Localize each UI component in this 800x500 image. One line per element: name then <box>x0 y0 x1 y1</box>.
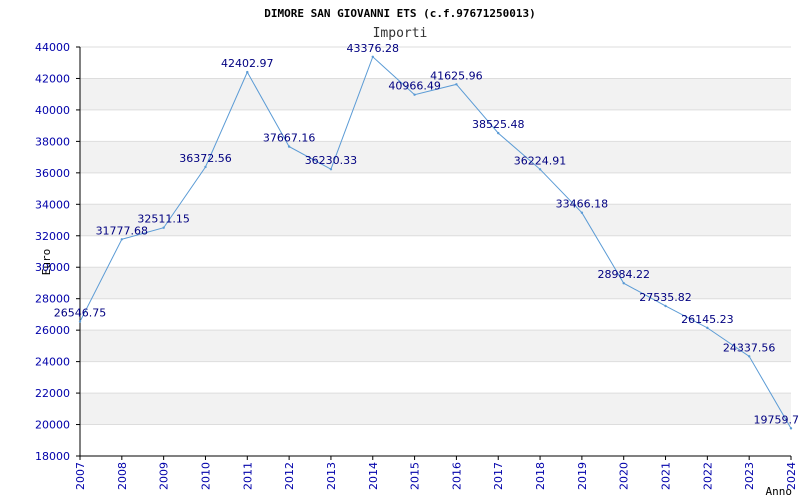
y-tick-label: 34000 <box>35 198 70 211</box>
data-point <box>162 226 165 229</box>
data-label: 33466.18 <box>556 198 609 211</box>
grid-band <box>80 393 791 425</box>
x-tick-label: 2018 <box>534 462 547 490</box>
y-axis-label: Euro <box>40 249 53 276</box>
series-line <box>78 55 793 430</box>
x-tick-label: 2014 <box>367 462 380 490</box>
data-label: 27535.82 <box>639 291 692 304</box>
grid-bands <box>80 78 791 425</box>
x-tick-label: 2019 <box>576 462 589 490</box>
data-point <box>747 355 751 358</box>
y-tick-label: 24000 <box>35 356 70 369</box>
x-tick-label: 2008 <box>116 462 129 490</box>
x-tick-label: 2015 <box>409 462 422 490</box>
x-tick-label: 2010 <box>199 462 212 490</box>
y-tick-label: 38000 <box>35 135 70 148</box>
series-line-path <box>79 55 792 429</box>
data-point <box>580 211 584 214</box>
data-point <box>497 131 500 135</box>
line-chart: 1800020000220002400026000280003000032000… <box>35 7 800 498</box>
data-point <box>120 238 124 241</box>
data-point <box>246 70 249 74</box>
y-tick-label: 36000 <box>35 167 70 180</box>
y-tick-label: 44000 <box>35 41 70 54</box>
data-label: 42402.97 <box>221 57 274 70</box>
data-point <box>78 320 82 323</box>
data-label: 41625.96 <box>430 69 483 82</box>
x-tick-label: 2009 <box>158 462 171 490</box>
data-label: 26546.75 <box>54 307 107 320</box>
data-label: 31777.68 <box>96 224 149 237</box>
data-label: 36230.33 <box>305 154 358 167</box>
x-tick-label: 2007 <box>74 462 87 490</box>
data-label: 37667.16 <box>263 132 316 145</box>
data-point <box>413 93 416 96</box>
x-tick-label: 2013 <box>325 462 338 490</box>
data-point <box>329 168 333 171</box>
data-point <box>622 282 625 285</box>
x-tick-label: 2022 <box>701 462 714 490</box>
y-tick-label: 18000 <box>35 450 70 463</box>
chart-subtitle: Importi <box>373 26 428 41</box>
data-point <box>538 168 542 171</box>
x-axis-label: Anno <box>766 485 793 498</box>
y-tick-label: 22000 <box>35 387 70 400</box>
data-point <box>789 427 793 430</box>
data-label: 24337.56 <box>723 341 776 354</box>
y-tick-label: 20000 <box>35 419 70 432</box>
x-tick-label: 2021 <box>660 462 673 490</box>
data-label: 28984.22 <box>597 268 650 281</box>
data-point <box>287 145 291 148</box>
data-label: 38525.48 <box>472 118 525 131</box>
grid-band <box>80 330 791 362</box>
y-tick-label: 26000 <box>35 324 70 337</box>
y-tick-label: 32000 <box>35 230 70 243</box>
data-point <box>204 165 207 169</box>
data-label: 19759.7 <box>754 413 800 426</box>
x-tick-label: 2017 <box>492 462 505 490</box>
y-tick-label: 40000 <box>35 104 70 117</box>
data-point <box>664 304 667 308</box>
data-point <box>706 326 709 330</box>
chart-title: DIMORE SAN GIOVANNI ETS (c.f.97671250013… <box>264 7 536 20</box>
data-label: 36224.91 <box>514 154 567 167</box>
x-tick-label: 2016 <box>450 462 463 490</box>
x-tick-label: 2011 <box>241 462 254 490</box>
data-label: 26145.23 <box>681 313 734 326</box>
data-label: 43376.28 <box>347 42 400 55</box>
x-tick-label: 2023 <box>743 462 756 490</box>
x-tick-label: 2020 <box>618 462 631 490</box>
y-tick-label: 28000 <box>35 293 70 306</box>
y-tick-label: 42000 <box>35 72 70 85</box>
x-tick-label: 2012 <box>283 462 296 490</box>
x-axis-ticks: 2007 2008 2009 2010 2011 2012 2013 2014 2015 2016… <box>74 462 798 490</box>
data-point <box>371 55 374 59</box>
data-label: 32511.15 <box>137 213 190 226</box>
data-label: 36372.56 <box>179 152 232 165</box>
data-point <box>455 83 458 86</box>
